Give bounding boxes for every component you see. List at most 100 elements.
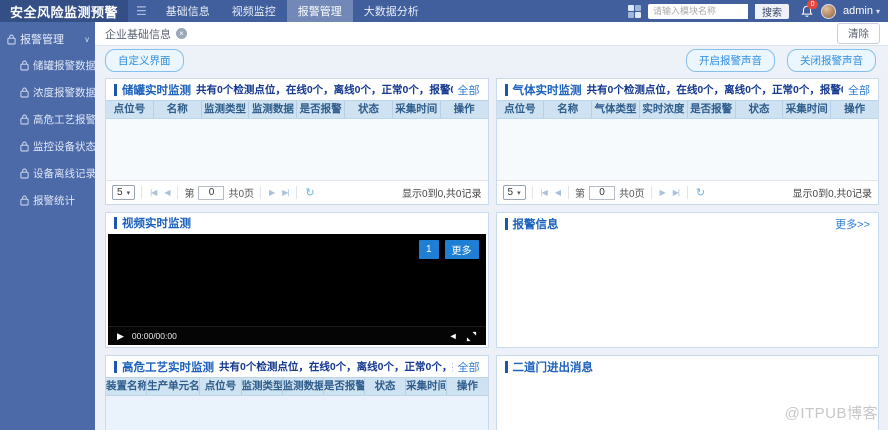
sidebar-item-monitor-device-status[interactable]: 监控设备状态 bbox=[0, 133, 95, 160]
play-button[interactable]: ▶ bbox=[117, 331, 124, 342]
user-menu[interactable]: admin ▾ bbox=[843, 5, 880, 17]
last-page-button[interactable]: ▶| bbox=[280, 188, 290, 197]
col-header: 是否报警 bbox=[297, 101, 346, 118]
page-size-value: 5 bbox=[507, 187, 514, 198]
notification-bell-icon[interactable]: 0 bbox=[800, 0, 819, 19]
refresh-icon[interactable]: ↻ bbox=[694, 186, 707, 199]
fullscreen-button[interactable] bbox=[466, 331, 477, 342]
panel-header: 气体实时监测 共有0个检测点位，在线0个，离线0个，正常0个，报警0个 全部 bbox=[497, 79, 879, 100]
nav-basic-info[interactable]: 基础信息 bbox=[155, 0, 221, 22]
nav-big-data-analysis[interactable]: 大数据分析 bbox=[353, 0, 430, 22]
panel-title: 高危工艺实时监测 bbox=[122, 361, 214, 374]
sidebar-item-device-offline-records[interactable]: 设备离线记录 bbox=[0, 160, 95, 187]
search-button[interactable]: 搜索 bbox=[755, 3, 790, 19]
dashboard-grid: 储罐实时监测 共有0个检测点位，在线0个，离线0个，正常0个，报警0个 全部 点… bbox=[95, 74, 888, 430]
module-search-input[interactable] bbox=[648, 3, 749, 19]
sidebar-item-alarm-statistics[interactable]: 报警统计 bbox=[0, 187, 95, 214]
next-page-button[interactable]: ▶ bbox=[267, 188, 276, 197]
page-number-input[interactable] bbox=[588, 185, 615, 200]
prev-page-button[interactable]: ◀ bbox=[553, 188, 562, 197]
user-name: admin bbox=[843, 5, 873, 17]
page-size-select[interactable]: 5 ▾ bbox=[502, 185, 526, 200]
video-player[interactable]: 1 更多 ▶ 00:00/00:00 ◄ bbox=[108, 234, 486, 345]
alarm-more-link[interactable]: 更多>> bbox=[835, 216, 870, 232]
panel-title: 气体实时监测 bbox=[512, 84, 582, 97]
accent-bar bbox=[114, 83, 117, 96]
lock-icon bbox=[20, 141, 29, 152]
lock-icon bbox=[20, 195, 29, 206]
clear-button[interactable]: 清除 bbox=[837, 23, 880, 44]
col-header: 状态 bbox=[365, 378, 407, 395]
accent-bar bbox=[114, 217, 117, 229]
toolbar: 自定义界面 开启报警声音 关闭报警声音 bbox=[95, 46, 888, 74]
sound-off-button[interactable]: 关闭报警声音 bbox=[787, 48, 876, 72]
first-page-button[interactable]: |◀ bbox=[148, 188, 158, 197]
gas-monitor-panel: 气体实时监测 共有0个检测点位，在线0个，离线0个，正常0个，报警0个 全部 点… bbox=[495, 78, 879, 205]
custom-ui-button[interactable]: 自定义界面 bbox=[105, 48, 184, 72]
col-header: 操作 bbox=[456, 380, 478, 392]
lock-icon bbox=[20, 168, 29, 179]
page-size-select[interactable]: 5 ▾ bbox=[112, 185, 136, 200]
last-page-button[interactable]: ▶| bbox=[671, 188, 681, 197]
view-all-link[interactable]: 全部 bbox=[848, 82, 870, 98]
stats-summary: 共有0个检测点位，在线0个，离线0个，正常0个，报警0个 bbox=[196, 84, 453, 96]
refresh-icon[interactable]: ↻ bbox=[303, 186, 316, 199]
col-header: 监测类型 bbox=[242, 378, 283, 395]
panel-header: 二道门进出消息 bbox=[497, 356, 879, 377]
col-header: 操作 bbox=[844, 103, 866, 115]
stats-summary: 共有0个检测点位，在线0个，离线0个，正常0个，报警0个 bbox=[586, 84, 844, 96]
chevron-down-icon: ∨ bbox=[84, 34, 90, 44]
main-area: 企业基础信息 × 清除 自定义界面 开启报警声音 关闭报警声音 储罐实时监测 共… bbox=[95, 22, 888, 430]
col-header: 生产单元名称 bbox=[147, 378, 201, 395]
door-access-panel: 二道门进出消息 bbox=[495, 355, 879, 430]
next-page-button[interactable]: ▶ bbox=[658, 188, 667, 197]
prev-page-button[interactable]: ◀ bbox=[162, 188, 171, 197]
tab-label: 企业基础信息 bbox=[105, 28, 171, 41]
app-root: 安全风险监测预警 ☰ 基础信息 视频监控 报警管理 大数据分析 搜索 0 adm… bbox=[0, 0, 888, 430]
sidebar-item-hazard-process-alarm-data[interactable]: 高危工艺报警数... bbox=[0, 106, 95, 133]
col-header: 采集时间 bbox=[393, 101, 441, 118]
sidebar-root-label: 报警管理 bbox=[20, 34, 64, 46]
pagination-bar: 5▾ |◀ ◀ 第 共0页 ▶ ▶| ↻ 显示0到0,共0记录 bbox=[496, 180, 878, 204]
volume-button[interactable]: ◄ bbox=[449, 331, 458, 341]
tab-enterprise-basic-info[interactable]: 企业基础信息 × bbox=[105, 26, 187, 42]
col-header: 采集时间 bbox=[783, 101, 832, 118]
pagination-bar: 5▾ |◀ ◀ 第 共0页 ▶ ▶| ↻ 显示0到0,共0记录 bbox=[106, 180, 488, 204]
page-number-input[interactable] bbox=[198, 185, 225, 200]
apps-grid-icon[interactable] bbox=[628, 4, 642, 18]
view-all-link[interactable]: 全部 bbox=[458, 359, 480, 375]
sidebar-item-label: 设备离线记录 bbox=[33, 168, 95, 180]
stats-summary: 共有0个检测点位，在线0个，离线0个，正常0个，报警0个 bbox=[219, 361, 453, 373]
view-all-link[interactable]: 全部 bbox=[458, 82, 480, 98]
table-body-empty bbox=[106, 119, 488, 180]
caret-down-icon: ▾ bbox=[517, 189, 521, 197]
hamburger-icon[interactable]: ☰ bbox=[128, 0, 155, 22]
lock-icon bbox=[20, 60, 29, 71]
video-time: 00:00/00:00 bbox=[131, 331, 177, 341]
table-header: 装置名称 生产单元名称 点位号 监测类型 监测数据 是否报警 状态 采集时间 操… bbox=[106, 377, 488, 396]
sidebar-item-concentration-alarm-data[interactable]: 浓度报警数据 bbox=[0, 79, 95, 106]
topbar-right: 搜索 0 admin ▾ bbox=[628, 0, 888, 22]
video-monitor-panel: 视频实时监测 1 更多 ▶ 00:00/00:00 ◄ bbox=[105, 212, 489, 348]
lock-icon bbox=[7, 34, 16, 44]
lock-icon bbox=[20, 87, 29, 98]
camera-channel-button[interactable]: 1 bbox=[418, 240, 439, 259]
records-summary: 显示0到0,共0记录 bbox=[402, 189, 482, 200]
nav-alarm-management[interactable]: 报警管理 bbox=[286, 0, 353, 22]
col-header: 操作 bbox=[453, 103, 475, 115]
lock-icon bbox=[20, 114, 29, 125]
video-more-button[interactable]: 更多 bbox=[444, 240, 479, 259]
panel-header: 储罐实时监测 共有0个检测点位，在线0个，离线0个，正常0个，报警0个 全部 bbox=[106, 79, 488, 100]
door-list-empty bbox=[496, 377, 878, 430]
col-header: 监测类型 bbox=[202, 101, 250, 118]
close-icon[interactable]: × bbox=[176, 28, 187, 39]
total-pages-label: 共0页 bbox=[228, 189, 255, 200]
sound-on-button[interactable]: 开启报警声音 bbox=[686, 48, 775, 72]
user-avatar[interactable] bbox=[821, 3, 837, 19]
nav-video-monitor[interactable]: 视频监控 bbox=[221, 0, 287, 22]
first-page-button[interactable]: |◀ bbox=[539, 188, 549, 197]
panel-title: 二道门进出消息 bbox=[512, 361, 594, 374]
sidebar-item-tank-alarm-data[interactable]: 储罐报警数据 bbox=[0, 52, 95, 79]
panel-header: 报警信息 更多>> bbox=[497, 213, 879, 234]
sidebar-item-alarm-management[interactable]: 报警管理 ∨ bbox=[0, 26, 95, 52]
